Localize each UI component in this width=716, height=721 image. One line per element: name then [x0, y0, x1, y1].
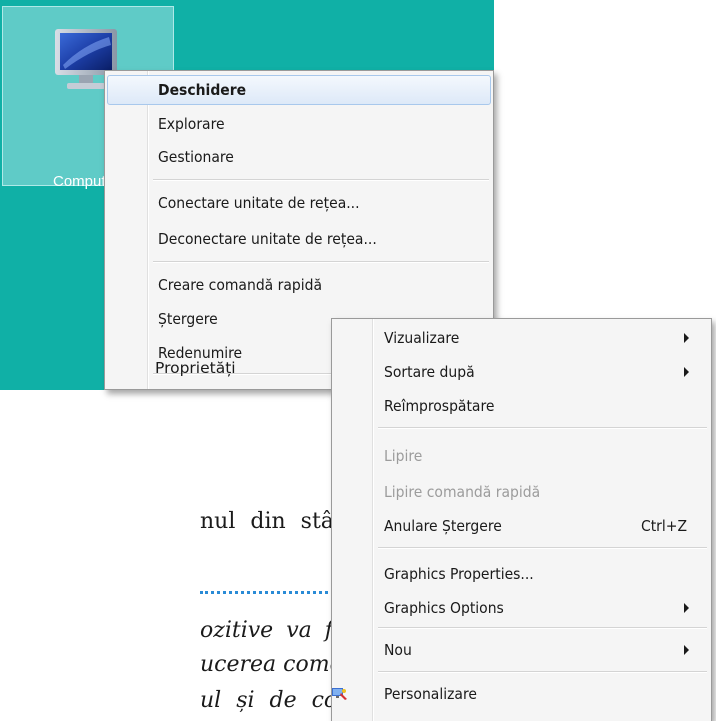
menu-item-deschidere[interactable]: Deschidere — [107, 75, 491, 105]
menu-item-gestionare[interactable]: Gestionare — [107, 142, 491, 172]
menu-item-nou[interactable]: Nou — [334, 635, 709, 665]
page-text-line-4: ul și de comunicații de — [200, 688, 331, 713]
menu-item-deconectare-unitate[interactable]: Deconectare unitate de rețea... — [107, 224, 491, 254]
menu-item-lipire: Lipire — [384, 447, 423, 465]
menu-item-reimprospatare[interactable]: Reîmprospătare — [334, 391, 709, 421]
dotted-divider — [200, 591, 328, 594]
submenu-arrow-icon — [684, 333, 689, 343]
personalize-icon — [332, 688, 347, 700]
menu-item-creare-comanda-rapida[interactable]: Creare comandă rapidă — [107, 270, 491, 300]
menu-item-graphics-properties[interactable]: Graphics Properties... — [334, 559, 709, 589]
page-text-line-1: nul din stânga apăsat — [200, 509, 331, 534]
submenu-arrow-icon — [684, 603, 689, 613]
page-text-line-3: ucerea comenzilor într-un — [200, 652, 331, 677]
shortcut-ctrl-z: Ctrl+Z — [640, 517, 687, 535]
submenu-arrow-icon — [684, 645, 689, 655]
menu-item-conectare-unitate[interactable]: Conectare unitate de rețea... — [107, 188, 491, 218]
menu-item-sortare-dupa[interactable]: Sortare după — [334, 357, 709, 387]
menu-separator — [378, 627, 707, 629]
page-text-line-2: ozitive va folosi Ioana — [200, 618, 331, 643]
desktop-context-menu: Vizualizare Sortare după Reîmprospătare … — [331, 318, 712, 721]
menu-item-anulare-stergere[interactable]: Anulare Ștergere Ctrl+Z — [334, 511, 709, 541]
menu-item-vizualizare[interactable]: Vizualizare — [334, 323, 709, 353]
menu-separator — [378, 671, 707, 673]
menu-item-lipire-comanda-rapida: Lipire comandă rapidă — [384, 483, 541, 501]
menu-separator — [378, 427, 707, 429]
menu-item-graphics-options[interactable]: Graphics Options — [334, 593, 709, 623]
menu-separator — [153, 179, 489, 181]
menu-item-explorare[interactable]: Explorare — [107, 109, 491, 139]
submenu-arrow-icon — [684, 367, 689, 377]
menu-item-proprietati[interactable]: Proprietăți — [106, 353, 332, 383]
menu-separator — [378, 547, 707, 549]
menu-item-personalizare[interactable]: Personalizare — [332, 679, 709, 709]
menu-separator — [153, 261, 489, 263]
